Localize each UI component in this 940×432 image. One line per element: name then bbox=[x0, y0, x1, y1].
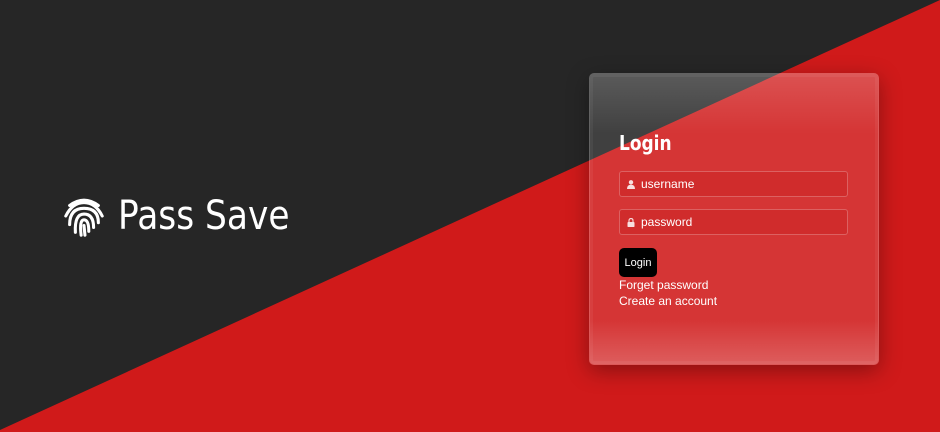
login-button[interactable]: Login bbox=[619, 248, 657, 277]
password-input[interactable] bbox=[641, 210, 847, 234]
username-input[interactable] bbox=[641, 172, 847, 196]
brand: Pass Save bbox=[60, 186, 317, 246]
lock-icon bbox=[621, 209, 641, 235]
password-field[interactable] bbox=[619, 209, 848, 235]
login-card: Login Login Forget password Create an ac… bbox=[589, 73, 879, 365]
user-icon bbox=[621, 171, 641, 197]
username-field[interactable] bbox=[619, 171, 848, 197]
login-title: Login bbox=[619, 131, 672, 155]
create-account-link[interactable]: Create an account bbox=[619, 294, 717, 308]
forget-password-link[interactable]: Forget password bbox=[619, 278, 708, 292]
brand-name: Pass Save bbox=[118, 193, 290, 239]
fingerprint-icon bbox=[60, 192, 108, 240]
